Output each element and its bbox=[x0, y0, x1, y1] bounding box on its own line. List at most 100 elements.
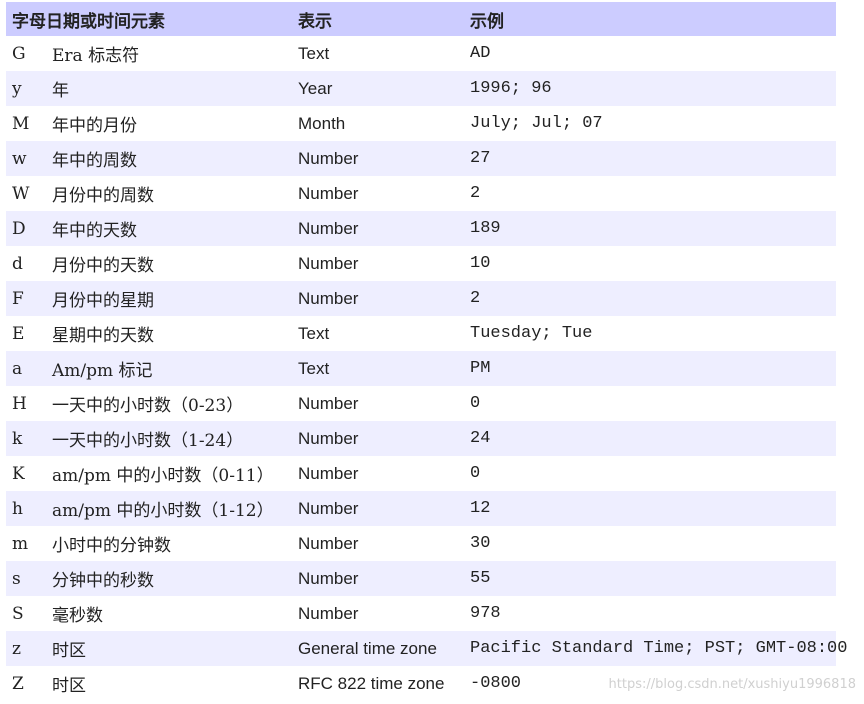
table-row: K am/pm 中的小时数（0-11） Number 0 bbox=[6, 456, 836, 491]
presentation-type: Number bbox=[298, 393, 359, 413]
presentation-type: Number bbox=[292, 141, 464, 176]
pattern-letter: F bbox=[6, 281, 46, 316]
component-description: 年中的月份 bbox=[52, 116, 137, 136]
presentation-type: Text bbox=[298, 43, 330, 63]
table-row: E 星期中的天数 Text Tuesday; Tue bbox=[6, 316, 836, 351]
component-description: am/pm 中的小时数（1-12） bbox=[46, 491, 292, 526]
example-value: 189 bbox=[464, 211, 836, 246]
table-row: y 年 Year 1996; 96 bbox=[6, 71, 836, 106]
example-value: 978 bbox=[470, 604, 501, 623]
header-example: 示例 bbox=[464, 2, 836, 36]
presentation-type: Number bbox=[298, 253, 359, 273]
table-row: k 一天中的小时数（1-24） Number 24 bbox=[6, 421, 836, 456]
presentation-type: Text bbox=[298, 323, 330, 343]
example-value: 30 bbox=[470, 534, 491, 553]
component-description: 年中的周数 bbox=[46, 141, 292, 176]
presentation-type: RFC 822 time zone bbox=[298, 673, 445, 693]
example-value: AD bbox=[470, 44, 491, 63]
pattern-letter: W bbox=[12, 183, 30, 204]
presentation-type: General time zone bbox=[292, 631, 464, 666]
table-row: M 年中的月份 Month July; Jul; 07 bbox=[6, 106, 836, 141]
component-description: am/pm 中的小时数（0-11） bbox=[52, 466, 274, 486]
component-description: Am/pm 标记 bbox=[46, 351, 292, 386]
presentation-type: Number bbox=[292, 491, 464, 526]
pattern-letter: s bbox=[6, 561, 46, 596]
pattern-letter: G bbox=[12, 43, 26, 64]
table-row: H 一天中的小时数（0-23） Number 0 bbox=[6, 386, 836, 421]
component-description: 年中的天数 bbox=[46, 211, 292, 246]
component-description: 星期中的天数 bbox=[52, 326, 154, 346]
table-body: G Era 标志符 Text AD y 年 Year 1996; 96 M 年中… bbox=[6, 36, 847, 701]
table-row: D 年中的天数 Number 189 bbox=[6, 211, 836, 246]
component-description: 小时中的分钟数 bbox=[52, 536, 171, 556]
watermark-text: https://blog.csdn.net/xushiyu1996818 bbox=[608, 677, 856, 692]
header-row: 字母日期或时间元素 表示 示例 bbox=[6, 2, 836, 36]
table-row: W 月份中的周数 Number 2 bbox=[6, 176, 836, 211]
example-value: 0 bbox=[470, 464, 481, 483]
table-row: G Era 标志符 Text AD bbox=[6, 36, 836, 71]
header-presentation: 表示 bbox=[292, 2, 464, 36]
presentation-type: Number bbox=[298, 603, 359, 623]
pattern-letter: D bbox=[6, 211, 46, 246]
pattern-letter: y bbox=[6, 71, 46, 106]
table-row: s 分钟中的秒数 Number 55 bbox=[6, 561, 836, 596]
pattern-letter: E bbox=[12, 323, 25, 344]
table-header: 字母日期或时间元素 表示 示例 bbox=[6, 2, 836, 36]
table-row: h am/pm 中的小时数（1-12） Number 12 bbox=[6, 491, 836, 526]
table-row: a Am/pm 标记 Text PM bbox=[6, 351, 836, 386]
presentation-type: Number bbox=[292, 561, 464, 596]
table-row: z 时区 General time zone Pacific Standard … bbox=[6, 631, 847, 666]
table-row: m 小时中的分钟数 Number 30 bbox=[6, 526, 836, 561]
example-value: 2 bbox=[464, 281, 836, 316]
date-format-table: 字母日期或时间元素 表示 示例 G Era 标志符 Text AD y 年 Ye… bbox=[6, 2, 847, 701]
example-value: Pacific Standard Time; PST; GMT-08:00 bbox=[464, 631, 847, 666]
table-row: w 年中的周数 Number 27 bbox=[6, 141, 836, 176]
example-value: Tuesday; Tue bbox=[470, 324, 593, 343]
pattern-letter: K bbox=[12, 463, 25, 484]
table-row: F 月份中的星期 Number 2 bbox=[6, 281, 836, 316]
pattern-letter: M bbox=[12, 113, 30, 134]
pattern-letter: m bbox=[12, 533, 29, 554]
header-letter-component: 字母日期或时间元素 bbox=[6, 2, 292, 36]
example-value: 55 bbox=[464, 561, 836, 596]
example-value: 27 bbox=[464, 141, 836, 176]
presentation-type: Number bbox=[298, 533, 359, 553]
component-description: 月份中的周数 bbox=[52, 186, 154, 206]
pattern-letter: w bbox=[6, 141, 46, 176]
presentation-type: Number bbox=[298, 463, 359, 483]
example-value: 10 bbox=[470, 254, 491, 273]
component-description: 一天中的小时数（1-24） bbox=[46, 421, 292, 456]
component-description: 时区 bbox=[46, 631, 292, 666]
example-value: 0 bbox=[470, 394, 481, 413]
component-description: 时区 bbox=[52, 676, 86, 696]
pattern-letter: a bbox=[6, 351, 46, 386]
pattern-letter: d bbox=[12, 253, 23, 274]
presentation-type: Month bbox=[298, 113, 346, 133]
component-description: 一天中的小时数（0-23） bbox=[52, 396, 244, 416]
example-value: 24 bbox=[464, 421, 836, 456]
example-value: 1996; 96 bbox=[464, 71, 836, 106]
table-row: S 毫秒数 Number 978 bbox=[6, 596, 836, 631]
pattern-letter: Z bbox=[12, 673, 24, 694]
pattern-letter: H bbox=[12, 393, 27, 414]
presentation-type: Number bbox=[292, 281, 464, 316]
component-description: Era 标志符 bbox=[52, 46, 140, 66]
pattern-letter: h bbox=[6, 491, 46, 526]
presentation-type: Year bbox=[292, 71, 464, 106]
pattern-letter: z bbox=[6, 631, 46, 666]
presentation-type: Number bbox=[292, 211, 464, 246]
example-value: July; Jul; 07 bbox=[470, 114, 603, 133]
example-value: PM bbox=[464, 351, 836, 386]
example-value: 2 bbox=[470, 184, 481, 203]
component-description: 年 bbox=[46, 71, 292, 106]
example-value: 12 bbox=[464, 491, 836, 526]
pattern-letter: S bbox=[12, 603, 24, 624]
presentation-type: Number bbox=[298, 183, 359, 203]
presentation-type: Text bbox=[292, 351, 464, 386]
component-description: 月份中的天数 bbox=[52, 256, 154, 276]
component-description: 毫秒数 bbox=[52, 606, 103, 626]
presentation-type: Number bbox=[292, 421, 464, 456]
pattern-letter: k bbox=[6, 421, 46, 456]
component-description: 分钟中的秒数 bbox=[46, 561, 292, 596]
component-description: 月份中的星期 bbox=[46, 281, 292, 316]
